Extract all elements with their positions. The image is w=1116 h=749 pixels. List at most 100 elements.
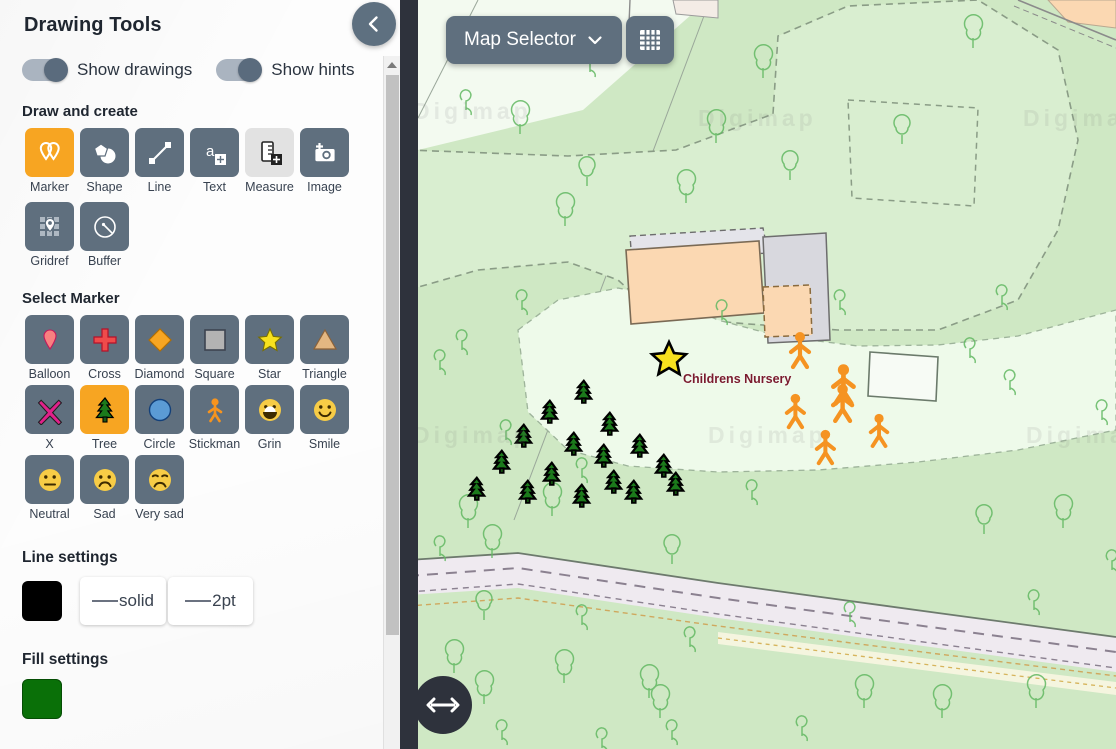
cross-marker-button[interactable] <box>80 315 129 364</box>
show-drawings-switch[interactable] <box>22 58 68 82</box>
line-icon <box>148 141 171 164</box>
smile-marker-button[interactable] <box>300 385 349 434</box>
image-tool-button[interactable] <box>300 128 349 177</box>
tool-line[interactable]: Line <box>132 128 187 194</box>
tool-buffer[interactable]: Buffer <box>77 202 132 268</box>
tool-label: Gridref <box>30 254 69 268</box>
collapse-panel-button[interactable] <box>352 2 396 46</box>
sad-marker-button[interactable] <box>80 455 129 504</box>
stickman-marker-icon <box>207 397 222 422</box>
triangle-marker-icon <box>312 328 337 350</box>
map-annotation-label[interactable]: Childrens Nursery <box>683 372 791 386</box>
scroll-up-button[interactable] <box>384 56 400 73</box>
marker-balloon[interactable]: Balloon <box>22 315 77 381</box>
draw-and-create-heading: Draw and create <box>22 103 138 120</box>
circle-marker-button[interactable] <box>135 385 184 434</box>
tool-label: Line <box>147 180 172 194</box>
square-marker-button[interactable] <box>190 315 239 364</box>
marker-label: Triangle <box>302 367 347 381</box>
neutral-marker-button[interactable] <box>25 455 74 504</box>
marker-tree[interactable]: Tree <box>77 385 132 451</box>
diamond-marker-icon <box>147 327 172 352</box>
camera-add-icon <box>314 142 335 161</box>
marker-label: Star <box>258 367 281 381</box>
cross-marker-icon <box>92 327 117 352</box>
map-selector-button[interactable]: Map Selector <box>446 16 622 64</box>
line-width-button[interactable]: 2pt <box>167 577 253 625</box>
fill-settings-row <box>22 679 386 719</box>
sad-marker-icon <box>93 468 116 491</box>
svg-text:a: a <box>206 143 215 160</box>
marker-very-sad[interactable]: Very sad <box>132 455 187 521</box>
panel-resize-handle[interactable] <box>414 676 472 734</box>
marker-cross[interactable]: Cross <box>77 315 132 381</box>
line-width-label: 2pt <box>212 591 236 610</box>
tool-image[interactable]: Image <box>297 128 352 194</box>
tool-marker[interactable]: Marker <box>22 128 77 194</box>
line-tool-button[interactable] <box>135 128 184 177</box>
balloon-marker-button[interactable] <box>25 315 74 364</box>
marker-triangle[interactable]: Triangle <box>297 315 352 381</box>
marker-label: Tree <box>91 437 118 451</box>
gridref-icon <box>39 216 59 236</box>
marker-tool-button[interactable] <box>25 128 74 177</box>
tool-shape[interactable]: Shape <box>77 128 132 194</box>
marker-smile[interactable]: Smile <box>297 385 352 451</box>
marker-sad[interactable]: Sad <box>77 455 132 521</box>
caret-up-icon <box>387 61 397 68</box>
measure-tool-button[interactable] <box>245 128 294 177</box>
buffer-tool-button[interactable] <box>80 202 129 251</box>
panel-map-divider <box>400 0 418 749</box>
grin-marker-icon <box>258 398 281 421</box>
line-dash-preview <box>92 600 118 602</box>
map-canvas[interactable]: Digimap Digimap Digimap Digimap Digimap … <box>418 0 1116 749</box>
very-sad-marker-button[interactable] <box>135 455 184 504</box>
tool-label: Buffer <box>87 254 122 268</box>
gridref-tool-button[interactable] <box>25 202 74 251</box>
balloon-marker-icon <box>42 328 57 350</box>
marker-label: Diamond <box>134 367 185 381</box>
marker-grin[interactable]: Grin <box>242 385 297 451</box>
star-marker-icon <box>256 327 283 352</box>
scrollbar-thumb[interactable] <box>386 75 399 635</box>
ruler-add-icon <box>260 140 282 165</box>
toggle-show-hints[interactable]: Show hints <box>216 58 378 82</box>
show-hints-switch[interactable] <box>216 58 263 82</box>
shape-tool-button[interactable] <box>80 128 129 177</box>
horizontal-resize-icon <box>426 697 460 713</box>
grin-marker-button[interactable] <box>245 385 294 434</box>
line-width-preview <box>185 600 212 602</box>
diamond-marker-button[interactable] <box>135 315 184 364</box>
stickman-marker-button[interactable] <box>190 385 239 434</box>
toggle-show-drawings[interactable]: Show drawings <box>22 58 216 82</box>
very-sad-marker-icon <box>148 468 171 491</box>
tree-marker-icon <box>94 396 114 423</box>
map-selector-label: Map Selector <box>464 29 576 50</box>
fill-settings-heading: Fill settings <box>22 651 109 668</box>
chevron-down-icon <box>588 36 602 45</box>
grid-icon <box>640 30 660 50</box>
tool-measure[interactable]: Measure <box>242 128 297 194</box>
star-marker-button[interactable] <box>245 315 294 364</box>
grid-toggle-button[interactable] <box>626 16 674 64</box>
buffer-icon <box>93 215 116 238</box>
fill-color-swatch[interactable] <box>22 679 62 719</box>
marker-star[interactable]: Star <box>242 315 297 381</box>
text-tool-button[interactable]: a <box>190 128 239 177</box>
x-marker-button[interactable] <box>25 385 74 434</box>
line-settings-heading: Line settings <box>22 549 118 566</box>
sidebar-scrollbar[interactable] <box>383 56 400 749</box>
line-style-button[interactable]: solid <box>80 577 166 625</box>
line-color-swatch[interactable] <box>22 581 62 621</box>
tool-gridref[interactable]: Gridref <box>22 202 77 268</box>
marker-circle[interactable]: Circle <box>132 385 187 451</box>
marker-x[interactable]: X <box>22 385 77 451</box>
marker-diamond[interactable]: Diamond <box>132 315 187 381</box>
triangle-marker-button[interactable] <box>300 315 349 364</box>
chevron-left-icon <box>368 16 378 32</box>
marker-square[interactable]: Square <box>187 315 242 381</box>
tool-text[interactable]: a Text <box>187 128 242 194</box>
tree-marker-button[interactable] <box>80 385 129 434</box>
marker-neutral[interactable]: Neutral <box>22 455 77 521</box>
marker-stickman[interactable]: Stickman <box>187 385 242 451</box>
